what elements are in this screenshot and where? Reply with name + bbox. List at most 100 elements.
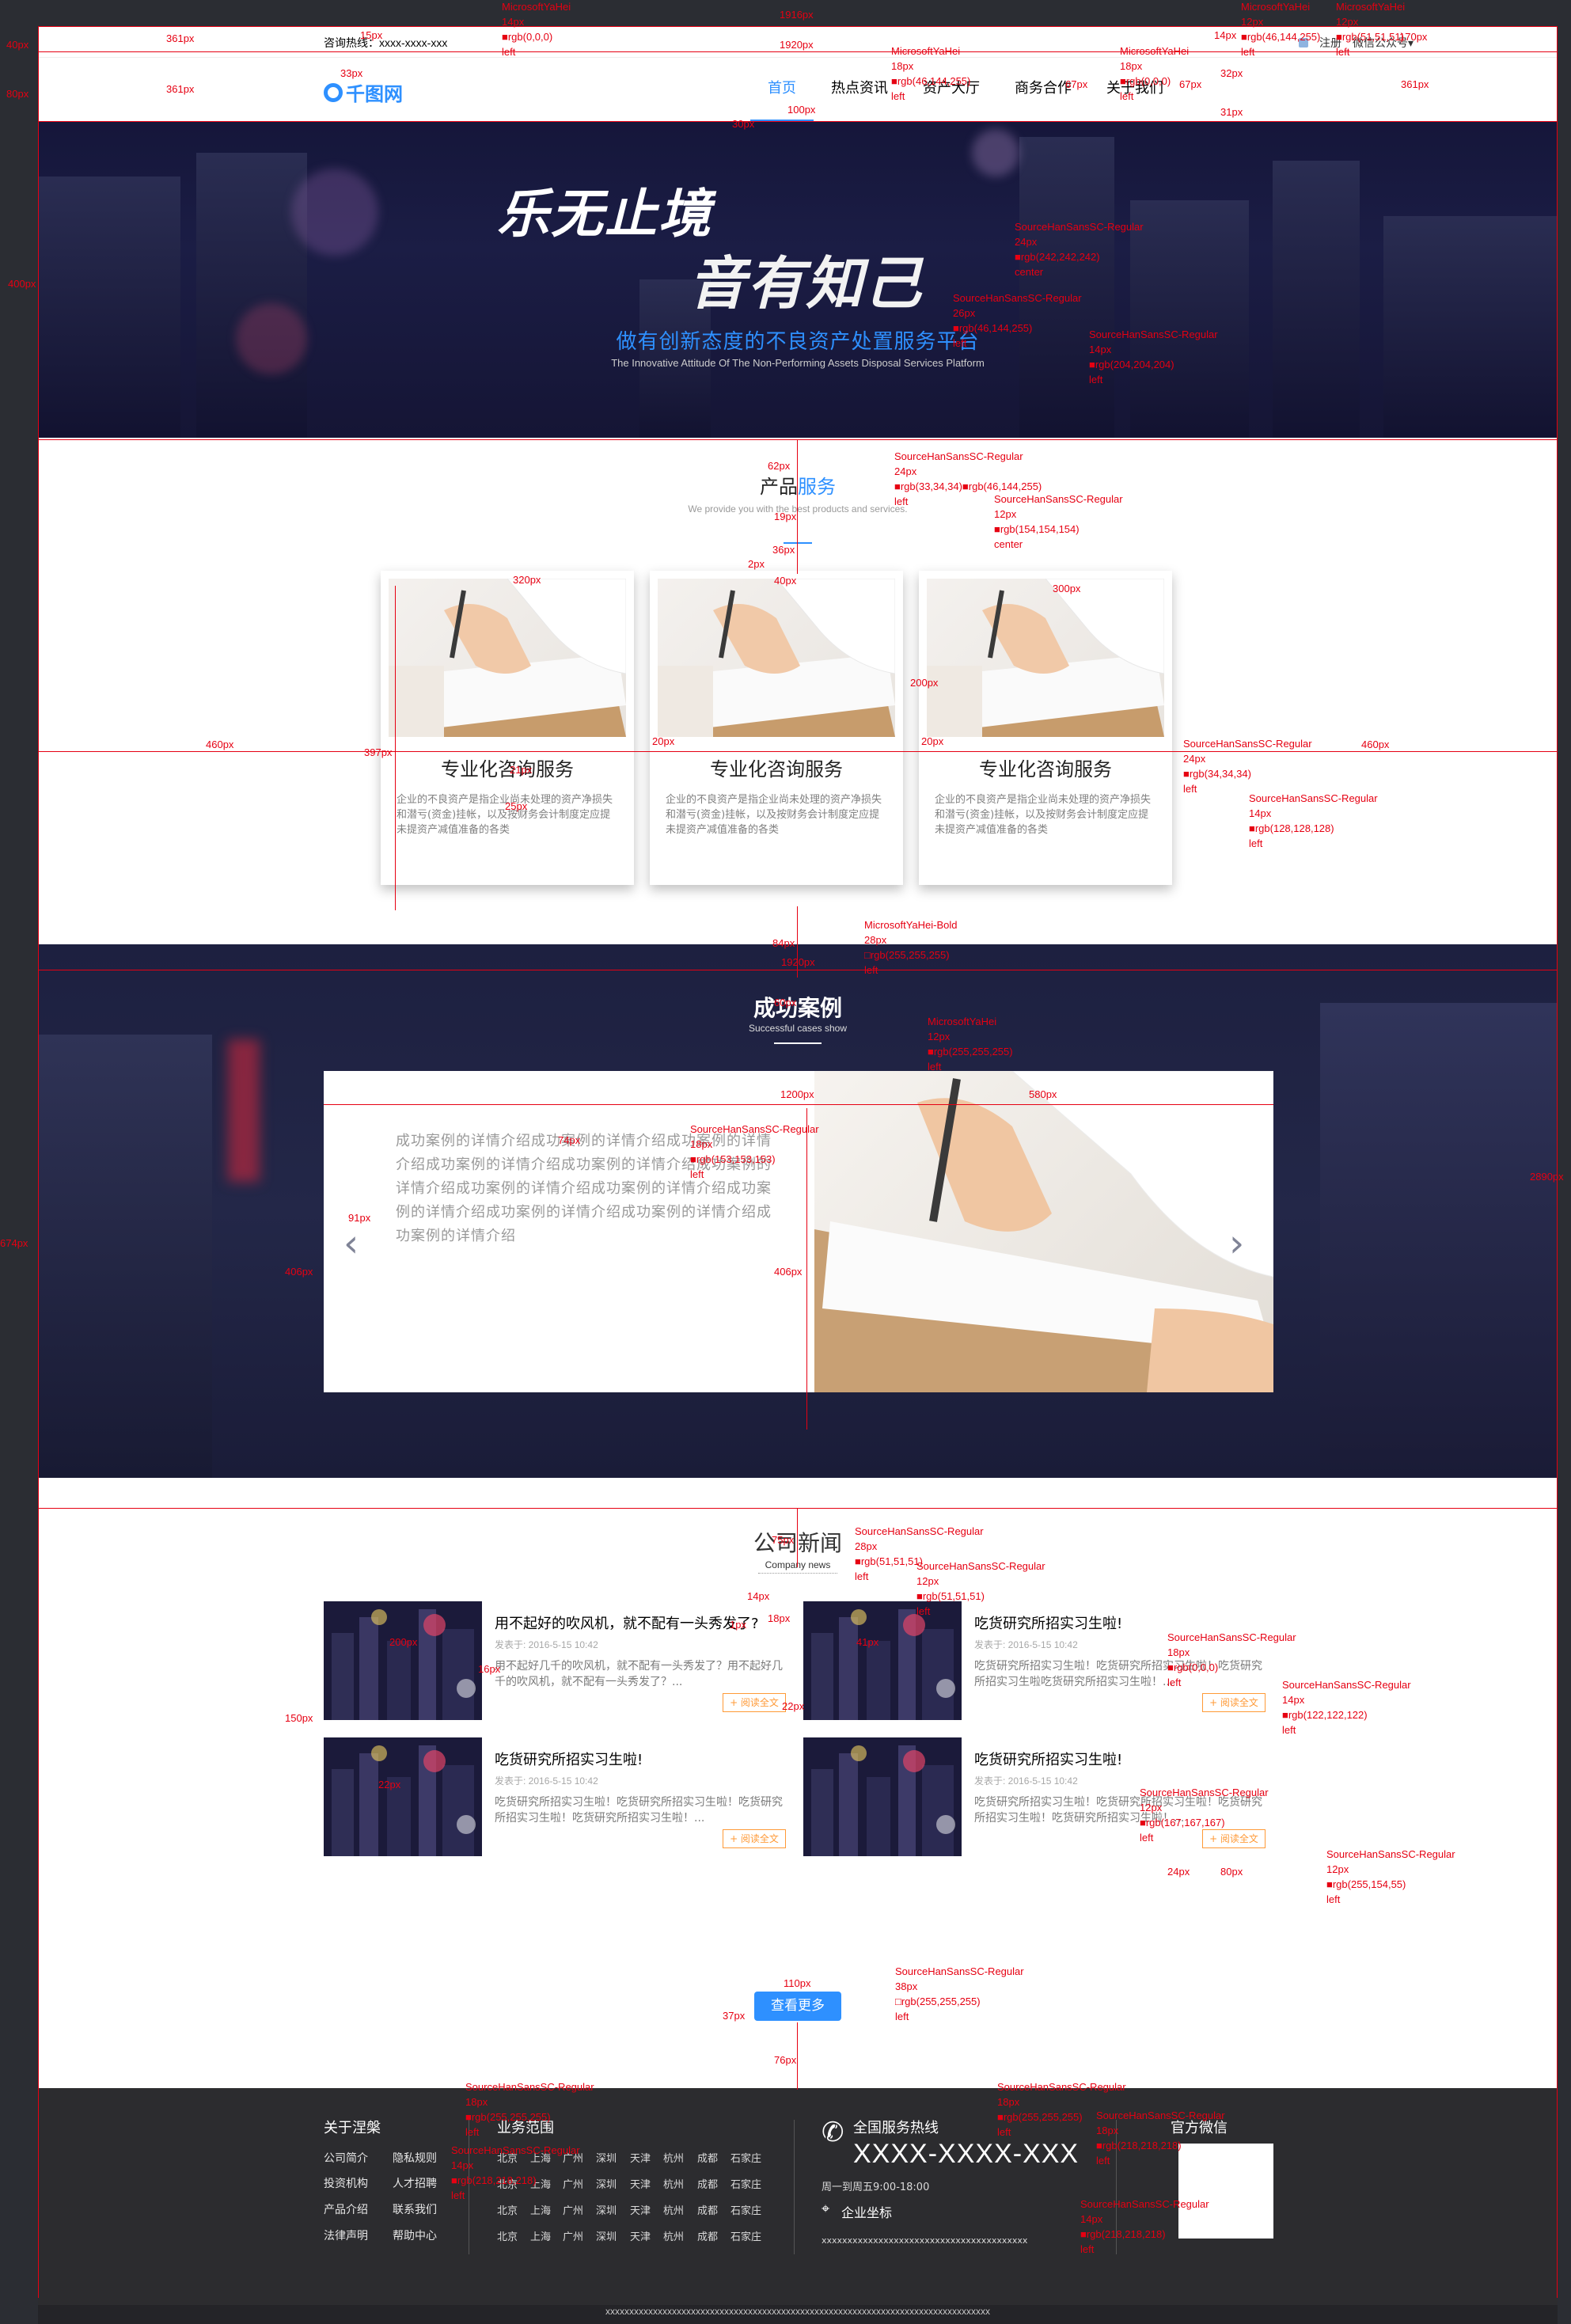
footer-city-link[interactable]: 广州 — [563, 2228, 583, 2243]
footer-link[interactable]: 隐私规则 — [393, 2150, 437, 2166]
product-card-desc: 企业的不良资产是指企业尚未处理的资产净损失和潜亏(资金)挂帐，以及按财务会计制度… — [935, 794, 1152, 836]
footer-city-link[interactable]: 杭州 — [663, 2202, 684, 2217]
dim-label: 400px — [8, 278, 36, 290]
footer-city-link[interactable]: 广州 — [563, 2202, 583, 2217]
footer-phone: XXXX-XXXX-XXX — [853, 2139, 1080, 2169]
footer-city-link[interactable]: 上海 — [530, 2228, 551, 2243]
news-item[interactable]: 吃货研究所招实习生啦! 发表于: 2016-5-15 10:42 吃货研究所招实… — [324, 1737, 799, 1856]
products-subtitle: We provide you with the best products an… — [688, 503, 908, 515]
font-spec: SourceHanSansSC-Regular 14px ■rgb(122,122,… — [1282, 1679, 1411, 1736]
footer-city-link[interactable]: 深圳 — [596, 2228, 617, 2243]
product-card[interactable]: 专业化咨询服务 企业的不良资产是指企业尚未处理的资产净损失和潜亏(资金)挂帐，以… — [650, 571, 903, 885]
view-more-button[interactable]: 查看更多 — [754, 1992, 841, 2021]
footer-city-link[interactable]: 北京 — [497, 2228, 518, 2243]
footer-city-link[interactable]: 石家庄 — [730, 2150, 761, 2165]
hero-title-2: 音有知己 — [689, 250, 924, 317]
dim-label: 460px — [1361, 739, 1390, 750]
annotation-line — [38, 26, 39, 2298]
dim-label: 300px — [1053, 583, 1081, 594]
footer-city-link[interactable]: 成都 — [697, 2150, 718, 2165]
footer-city-link[interactable]: 深圳 — [596, 2202, 617, 2217]
news-title[interactable]: 吃货研究所招实习生啦! — [495, 1749, 643, 1769]
footer-link[interactable]: 法律声明 — [324, 2227, 368, 2243]
read-more-button[interactable]: + 阅读全文 — [723, 1693, 786, 1712]
read-more-button[interactable]: + 阅读全文 — [1202, 1693, 1266, 1712]
footer-city-link[interactable]: 成都 — [697, 2228, 718, 2243]
dim-label: 24px — [1167, 1866, 1190, 1878]
dim-label: 21px — [510, 764, 533, 776]
footer-city-link[interactable]: 深圳 — [596, 2176, 617, 2191]
footer-city-link[interactable]: 成都 — [697, 2202, 718, 2217]
site-logo[interactable]: 千图网 — [324, 78, 403, 106]
dim-label: 80px — [1220, 1866, 1243, 1878]
annotation-line — [797, 1508, 798, 1567]
dim-label: 30px — [732, 118, 755, 130]
footer-city-link[interactable]: 上海 — [530, 2202, 551, 2217]
hero-subtitle: 做有创新态度的不良资产处置服务平台 — [616, 330, 980, 354]
hero-bokeh — [291, 169, 378, 256]
product-image — [389, 579, 626, 737]
dim-label: 20px — [652, 735, 675, 747]
news-date: 发表于: 2016-5-15 10:42 — [974, 1639, 1078, 1650]
footer-city-link[interactable]: 杭州 — [663, 2176, 684, 2191]
cases-subtitle: Successful cases show — [748, 1023, 848, 1034]
dim-label: 20px — [921, 735, 944, 747]
annotation-line — [395, 586, 396, 910]
annotation-line — [1557, 26, 1558, 2298]
dim-label: 67px — [1065, 78, 1088, 90]
dim-label: 361px — [166, 83, 195, 95]
products-title: 产品服务 — [38, 471, 1558, 499]
case-prev-arrow[interactable]: ‹ — [343, 1221, 359, 1266]
dim-label: 22px — [378, 1779, 401, 1790]
news-title[interactable]: 吃货研究所招实习生啦! — [974, 1749, 1122, 1769]
dim-label: 32px — [1220, 67, 1243, 79]
dim-label: 14px — [1214, 29, 1237, 41]
font-spec: SourceHanSansSC-Regular 12px ■rgb(51,51,51… — [916, 1560, 1045, 1617]
dim-label: 406px — [285, 1266, 313, 1278]
news-date: 发表于: 2016-5-15 10:42 — [495, 1775, 598, 1787]
dim-label: 1920px — [780, 39, 814, 51]
footer-link[interactable]: 产品介绍 — [324, 2201, 368, 2217]
footer-city-link[interactable]: 成都 — [697, 2176, 718, 2191]
footer-city-link[interactable]: 石家庄 — [730, 2202, 761, 2217]
dim-label: 361px — [1401, 78, 1429, 90]
dim-label: 580px — [1029, 1088, 1057, 1100]
footer-city-link[interactable]: 天津 — [630, 2228, 651, 2243]
read-more-button[interactable]: + 阅读全文 — [723, 1829, 786, 1848]
footer-city-link[interactable]: 天津 — [630, 2150, 651, 2165]
cases-building — [1320, 1003, 1558, 1478]
dim-label: 22px — [782, 1700, 805, 1712]
footer-city-link[interactable]: 杭州 — [663, 2150, 684, 2165]
dim-label: 460px — [206, 739, 234, 750]
font-spec: SourceHanSansSC-Regular 14px ■rgb(128,128,… — [1249, 792, 1378, 849]
dim-label: 84px — [772, 937, 795, 949]
dim-label: 200px — [910, 677, 939, 689]
product-card[interactable]: 专业化咨询服务 企业的不良资产是指企业尚未处理的资产净损失和潜亏(资金)挂帐，以… — [919, 571, 1172, 885]
hero-bokeh — [972, 129, 1019, 177]
footer-city-link[interactable]: 天津 — [630, 2176, 651, 2191]
dim-label: 62px — [768, 460, 791, 472]
footer-link[interactable]: 联系我们 — [393, 2201, 437, 2217]
footer-city-link[interactable]: 深圳 — [596, 2150, 617, 2165]
footer-city-link[interactable]: 杭州 — [663, 2228, 684, 2243]
news-item[interactable]: 用不起好的吹风机，就不配有一头秀发了? 发表于: 2016-5-15 10:42… — [324, 1601, 799, 1720]
footer-link[interactable]: 人才招聘 — [393, 2175, 437, 2191]
footer-link[interactable]: 投资机构 — [324, 2175, 368, 2191]
footer-city-link[interactable]: 石家庄 — [730, 2228, 761, 2243]
footer-city-link[interactable]: 石家庄 — [730, 2176, 761, 2191]
dim-label: 16px — [478, 1663, 501, 1675]
product-card[interactable]: 专业化咨询服务 企业的不良资产是指企业尚未处理的资产净损失和潜亏(资金)挂帐，以… — [381, 571, 634, 885]
footer-link[interactable]: 公司简介 — [324, 2150, 368, 2166]
dim-label: 76px — [774, 2054, 797, 2066]
footer-link[interactable]: 帮助中心 — [393, 2227, 437, 2243]
news-title-divider — [758, 1573, 837, 1574]
dim-label: 320px — [513, 574, 541, 586]
news-title[interactable]: 用不起好的吹风机，就不配有一头秀发了? — [495, 1612, 759, 1633]
hero-building — [1130, 200, 1249, 438]
footer-city-link[interactable]: 北京 — [497, 2202, 518, 2217]
dim-label: 40px — [6, 39, 29, 51]
case-next-arrow[interactable]: › — [1229, 1221, 1244, 1266]
font-spec: SourceHanSansSC-Regular 12px ■rgb(167,167,… — [1140, 1787, 1269, 1844]
footer-city-link[interactable]: 天津 — [630, 2202, 651, 2217]
dim-label: 31px — [1220, 106, 1243, 118]
